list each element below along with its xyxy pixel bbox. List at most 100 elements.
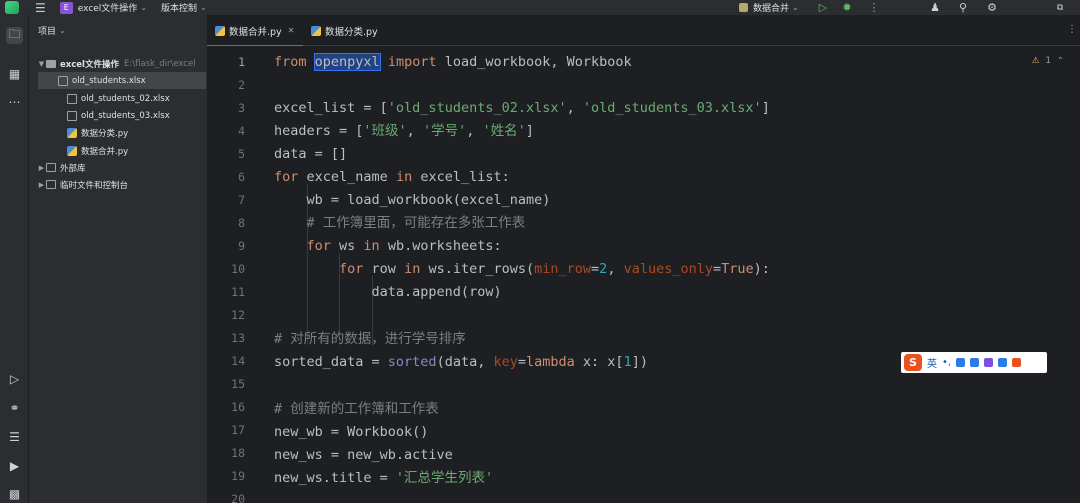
line-number: 4 [238, 124, 245, 138]
line-number: 2 [238, 78, 245, 92]
code-line-19: new_ws.title = '汇总学生列表' [274, 470, 494, 486]
chevron-down-icon[interactable]: ⌄ [200, 3, 207, 12]
more-actions-icon[interactable]: ⋮ [866, 0, 882, 15]
tree-root[interactable]: ▼ excel文件操作 E:\flask_dir\excel [29, 55, 207, 72]
tab-label: 数据合并.py [229, 26, 282, 38]
line-number: 19 [231, 469, 245, 483]
layers-icon[interactable]: ☰ [6, 428, 23, 445]
line-number: 12 [231, 308, 245, 322]
line-number: 17 [231, 423, 245, 437]
line-number: 18 [231, 446, 245, 460]
tree-external-libraries[interactable]: ▶ 外部库 [29, 159, 207, 176]
punctuation-icon[interactable]: •, [942, 357, 951, 368]
main-menu-icon[interactable]: ☰ [35, 2, 46, 14]
tab-options-icon[interactable]: ⋮ [1067, 24, 1077, 35]
code-line-5: data = [] [274, 146, 348, 162]
chevron-down-icon[interactable]: ⌄ [140, 3, 147, 12]
code-area[interactable]: from openpyxl import load_workbook, Work… [274, 46, 1074, 503]
tree-item-old-students-02[interactable]: old_students_02.xlsx [29, 90, 207, 107]
code-line-8: # 工作簿里面，可能存在多张工作表 [306, 215, 526, 231]
more-tools-icon[interactable]: ⋯ [6, 93, 23, 110]
code-line-13: # 对所有的数据，进行学号排序 [274, 331, 466, 347]
sogou-logo-icon[interactable]: S [904, 354, 922, 371]
add-user-icon[interactable]: ♟ [927, 0, 943, 15]
project-folder-icon[interactable]: 🗀 [6, 27, 23, 44]
root-folder-name: excel文件操作 [60, 59, 119, 70]
line-number: 16 [231, 400, 245, 414]
tree-item-data-classify[interactable]: 数据分类.py [29, 124, 207, 141]
code-editor[interactable]: 1 2 3 4 5 6 7 8 9 10 11 12 13 14 15 16 17 18 19 20 from ope… [207, 46, 1080, 503]
line-number: 7 [238, 193, 245, 207]
inspection-widget[interactable]: ⚠ 1 ⌃ [1032, 56, 1064, 66]
file-label: old_students_03.xlsx [81, 110, 170, 121]
file-label: old_students_02.xlsx [81, 93, 170, 104]
run-tool-icon[interactable]: ▷ [6, 370, 23, 387]
close-icon[interactable]: ✕ [288, 26, 295, 35]
line-number: 3 [238, 101, 245, 115]
project-name[interactable]: excel文件操作 [78, 1, 138, 14]
debug-icon[interactable]: ✹ [839, 0, 855, 15]
search-icon[interactable]: ⚲ [955, 0, 971, 15]
run-icon[interactable]: ▷ [815, 0, 831, 15]
code-line-9: for ws in wb.worksheets: [306, 238, 502, 254]
code-line-16: # 创建新的工作簿和工作表 [274, 401, 439, 417]
project-panel-title: 项目 [38, 27, 57, 37]
skin-icon[interactable] [984, 358, 994, 367]
settings-icon[interactable] [1012, 358, 1022, 367]
app-logo-icon [5, 1, 19, 14]
python-config-icon [739, 3, 748, 12]
project-panel-header[interactable]: 项目 ⌄ [29, 15, 207, 46]
services-icon[interactable]: ▶ [6, 457, 23, 474]
python-file-icon [67, 145, 77, 156]
toolbox-icon[interactable] [998, 358, 1008, 367]
collapse-arrow-icon[interactable]: ▶ [37, 164, 46, 172]
tree-scratches[interactable]: ▶ 临时文件和控制台 [29, 176, 207, 193]
tree-item-old-students[interactable]: old_students.xlsx [38, 72, 206, 89]
tree-item-old-students-03[interactable]: old_students_03.xlsx [29, 107, 207, 124]
line-number: 1 [238, 55, 245, 69]
tool-window-strip: 🗀 ▦ ⋯ ▷ ⚭ ☰ ▶ ▩ [0, 15, 29, 503]
restore-window-icon[interactable]: ⧉ [1052, 0, 1068, 15]
vcs-menu[interactable]: 版本控制 [161, 1, 197, 14]
code-line-3: excel_list = ['old_students_02.xlsx', 'o… [274, 100, 770, 116]
code-line-4: headers = ['班级', '学号', '姓名'] [274, 123, 534, 139]
line-number: 11 [231, 285, 245, 299]
tab-data-classify[interactable]: 数据分类.py [303, 15, 393, 46]
external-libs-label: 外部库 [60, 163, 86, 174]
line-number: 10 [231, 262, 245, 276]
microphone-icon[interactable] [956, 358, 966, 367]
code-line-11: data.append(row) [274, 284, 502, 300]
xlsx-file-icon [67, 110, 77, 121]
run-config-selector[interactable]: 数据合并 ⌄ [739, 1, 799, 14]
ime-toolbar[interactable]: S 英 •, [901, 352, 1047, 373]
line-number: 13 [231, 331, 245, 345]
tab-data-merge[interactable]: 数据合并.py ✕ [207, 15, 303, 47]
root-folder-path: E:\flask_dir\excel [123, 58, 196, 69]
collapse-arrow-icon[interactable]: ▶ [37, 181, 46, 189]
xlsx-file-icon [58, 75, 68, 86]
project-panel: 项目 ⌄ ▼ excel文件操作 E:\flask_dir\excel old_… [29, 15, 207, 503]
code-line-6: for excel_name in excel_list: [274, 169, 510, 185]
line-number: 15 [231, 377, 245, 391]
run-config-label: 数据合并 [753, 4, 790, 14]
chevron-up-icon[interactable]: ⌃ [1057, 56, 1064, 66]
settings-gear-icon[interactable]: ⚙ [984, 0, 1000, 15]
title-bar: ☰ E excel文件操作 ⌄ 版本控制 ⌄ 数据合并 ⌄ ▷ ✹ ⋮ ♟ ⚲ … [0, 0, 1080, 15]
inspection-count: 1 [1045, 56, 1051, 66]
line-number-gutter: 1 2 3 4 5 6 7 8 9 10 11 12 13 14 15 16 17 18 19 20 [207, 46, 257, 503]
warning-icon: ⚠ [1031, 56, 1040, 66]
ime-language[interactable]: 英 [927, 355, 937, 370]
python-console-icon[interactable]: ⚭ [6, 399, 23, 416]
line-number: 9 [238, 239, 245, 253]
library-icon [46, 163, 56, 172]
project-badge[interactable]: E [59, 1, 73, 14]
tree-item-data-merge[interactable]: 数据合并.py [29, 142, 207, 159]
structure-icon[interactable]: ▦ [6, 65, 23, 82]
chevron-down-icon[interactable]: ⌄ [59, 26, 66, 35]
line-number: 20 [231, 492, 245, 503]
expand-arrow-icon[interactable]: ▼ [37, 60, 46, 68]
folder-icon [46, 59, 56, 68]
line-number: 8 [238, 216, 245, 230]
keyboard-icon[interactable] [970, 358, 980, 367]
terminal-icon[interactable]: ▩ [6, 485, 23, 502]
